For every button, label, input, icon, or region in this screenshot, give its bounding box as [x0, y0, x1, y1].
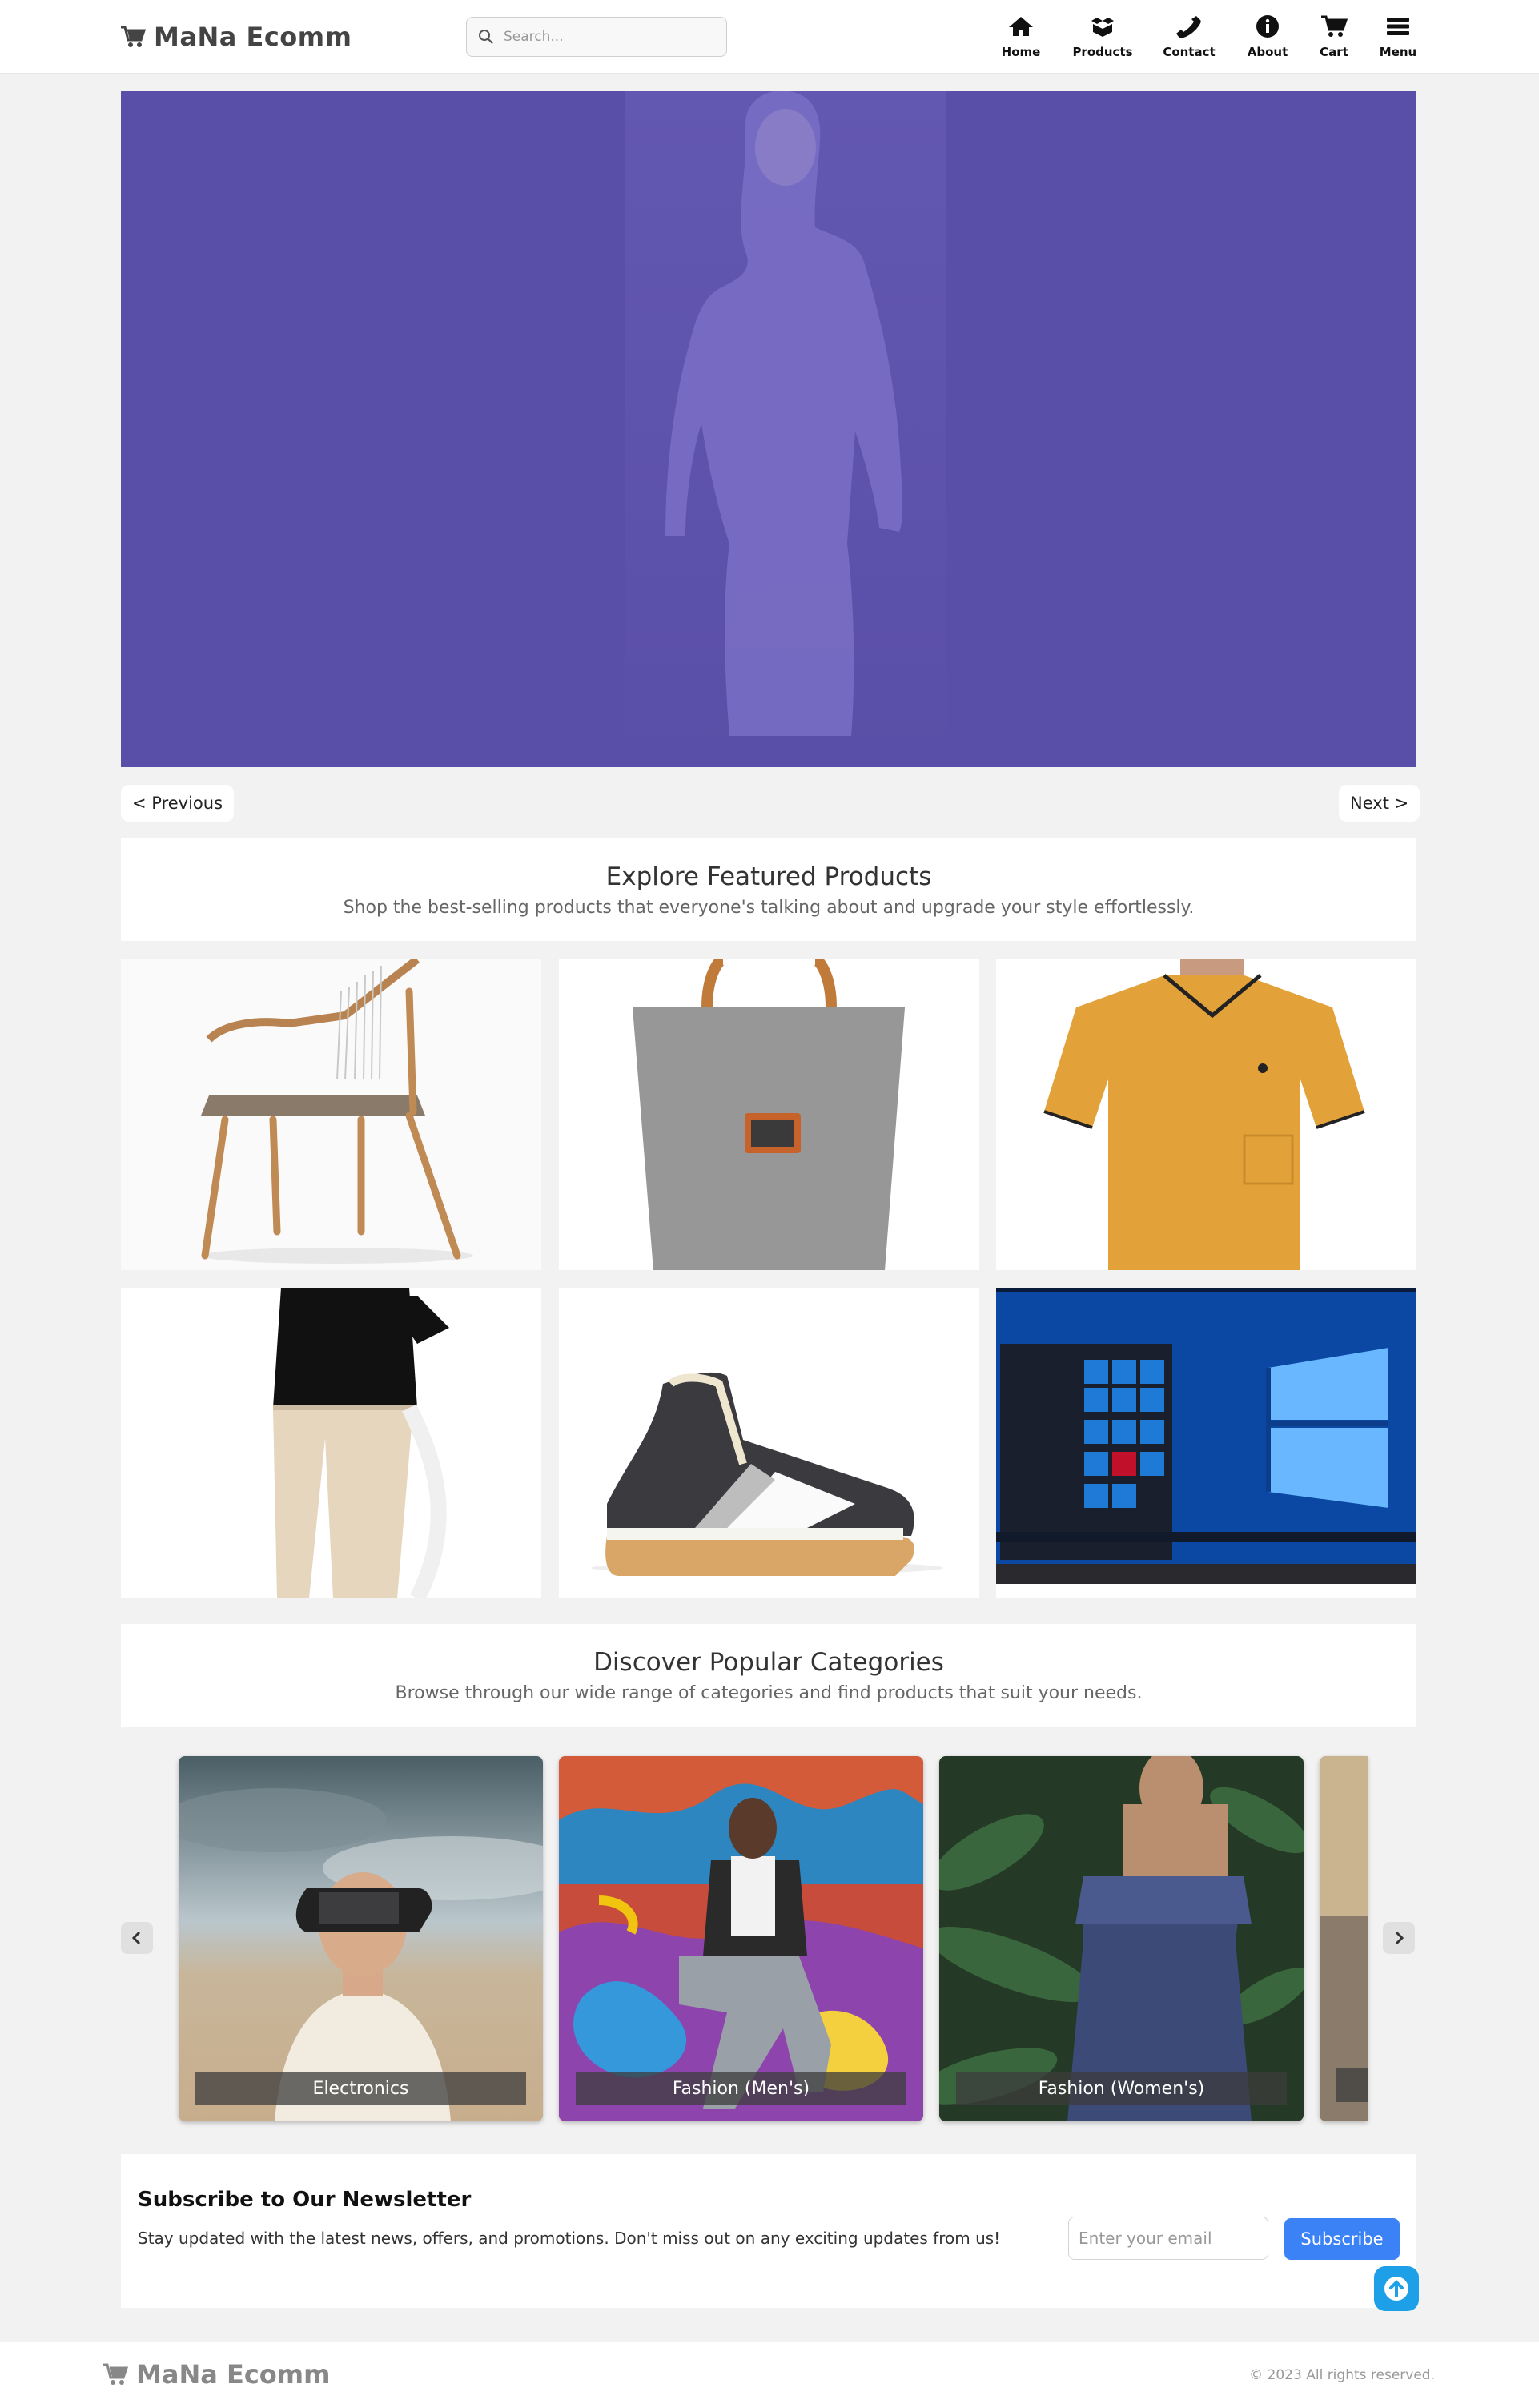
electronics-image [179, 1756, 543, 2121]
featured-subtitle: Shop the best-selling products that ever… [343, 898, 1195, 918]
polo-shirt-image [996, 959, 1416, 1270]
categories-section-header: Discover Popular Categories Browse throu… [121, 1624, 1416, 1727]
category-card-partial[interactable] [1320, 1756, 1368, 2121]
chinos-image [121, 1288, 541, 1598]
category-label-fashion-mens: Fashion (Men's) [576, 2072, 906, 2105]
info-icon [1256, 15, 1279, 38]
nav-about[interactable]: About [1245, 14, 1290, 59]
categories-subtitle: Browse through our wide range of categor… [395, 1683, 1143, 1703]
search-icon [479, 30, 493, 44]
hero-slide [121, 91, 1416, 767]
product-card-polo-shirt[interactable] [996, 959, 1416, 1270]
search-box[interactable] [466, 17, 727, 57]
laptop-image [996, 1288, 1416, 1598]
fashion-mens-image [559, 1756, 923, 2121]
hero-next-button[interactable]: Next > [1339, 785, 1420, 822]
product-card-chair[interactable] [121, 959, 541, 1270]
product-card-tote-bag[interactable] [559, 959, 979, 1270]
chevron-right-icon [1395, 1931, 1404, 1945]
hamburger-icon [1387, 18, 1409, 35]
search-input[interactable] [504, 29, 712, 45]
sneaker-image [559, 1288, 979, 1598]
nav-cart[interactable]: Cart [1317, 14, 1351, 59]
scroll-to-top-button[interactable] [1374, 2266, 1419, 2311]
category-label-electronics: Electronics [195, 2072, 526, 2105]
nav-menu[interactable]: Menu [1378, 14, 1418, 59]
arrow-up-circle-icon [1384, 2277, 1408, 2301]
site-logo[interactable]: MaNa Ecomm [120, 19, 352, 54]
hero-model-image [625, 91, 946, 767]
chair-image [121, 959, 541, 1270]
hero-previous-button[interactable]: < Previous [121, 785, 235, 822]
featured-title: Explore Featured Products [605, 862, 932, 891]
nav-contact[interactable]: Contact [1161, 14, 1217, 59]
nav-contact-label: Contact [1163, 45, 1216, 59]
nav-products-label: Products [1072, 45, 1133, 59]
chevron-left-icon [131, 1931, 141, 1945]
partial-category-image [1320, 1756, 1368, 2121]
subscribe-button[interactable]: Subscribe [1284, 2218, 1400, 2260]
newsletter-text: Stay updated with the latest news, offer… [138, 2229, 1001, 2248]
footer-logo[interactable]: MaNa Ecomm [102, 2359, 330, 2390]
nav-products[interactable]: Products [1071, 14, 1134, 59]
categories-title: Discover Popular Categories [593, 1648, 944, 1677]
product-card-chinos[interactable] [121, 1288, 541, 1598]
nav-home[interactable]: Home [999, 14, 1043, 59]
carousel-prev-button[interactable] [121, 1922, 153, 1954]
nav-menu-label: Menu [1379, 45, 1417, 59]
cart-icon [121, 26, 146, 47]
category-label-fashion-womens: Fashion (Women's) [956, 2072, 1287, 2105]
home-icon [1009, 17, 1033, 36]
category-card-fashion-womens[interactable]: Fashion (Women's) [939, 1756, 1304, 2121]
newsletter-email-input[interactable] [1068, 2217, 1268, 2260]
newsletter-section: Subscribe to Our Newsletter Stay updated… [121, 2154, 1416, 2308]
logo-text: MaNa Ecomm [154, 22, 352, 52]
category-card-electronics[interactable]: Electronics [179, 1756, 543, 2121]
nav-cart-label: Cart [1320, 45, 1348, 59]
product-card-sneaker[interactable] [559, 1288, 979, 1598]
footer-logo-text: MaNa Ecomm [136, 2359, 331, 2390]
tote-bag-image [559, 959, 979, 1270]
site-header: MaNa Ecomm Home Products Contact A [0, 0, 1539, 74]
box-icon [1091, 18, 1114, 37]
site-footer: MaNa Ecomm © 2023 All rights reserved. [0, 2342, 1539, 2408]
copyright-text: © 2023 All rights reserved. [1249, 2367, 1435, 2383]
nav-home-label: Home [1001, 45, 1041, 59]
cart-icon [1321, 15, 1348, 37]
product-card-laptop[interactable] [996, 1288, 1416, 1598]
fashion-womens-image [939, 1756, 1304, 2121]
newsletter-title: Subscribe to Our Newsletter [138, 2188, 472, 2212]
nav-about-label: About [1247, 45, 1288, 59]
carousel-next-button[interactable] [1383, 1922, 1415, 1954]
phone-icon [1176, 16, 1201, 38]
featured-section-header: Explore Featured Products Shop the best-… [121, 838, 1416, 941]
cart-icon [103, 2363, 128, 2385]
category-card-fashion-mens[interactable]: Fashion (Men's) [559, 1756, 923, 2121]
